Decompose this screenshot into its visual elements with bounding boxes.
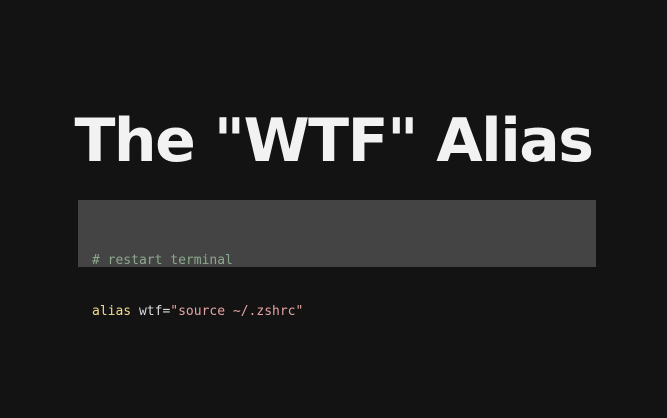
slide-title: The "WTF" Alias <box>74 106 595 176</box>
code-comment: # restart terminal <box>92 253 233 268</box>
code-line-alias: alias wtf="source ~/.zshrc" <box>92 303 582 320</box>
slide: The "WTF" Alias # restart terminal alias… <box>0 0 667 418</box>
code-assignment: wtf= <box>131 304 171 319</box>
code-line-comment: # restart terminal <box>92 252 582 269</box>
code-string: "source ~/.zshrc" <box>170 304 304 319</box>
code-keyword-alias: alias <box>92 304 132 319</box>
code-block: # restart terminal alias wtf="source ~/.… <box>78 200 596 319</box>
